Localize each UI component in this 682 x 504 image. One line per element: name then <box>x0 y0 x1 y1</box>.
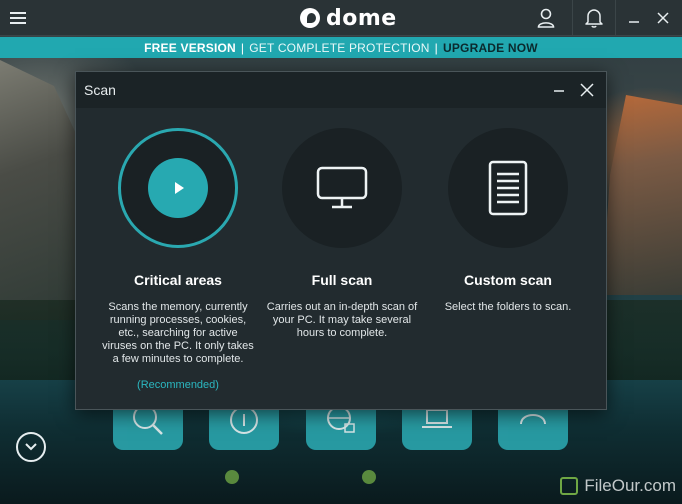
recommended-label: (Recommended) <box>137 379 219 391</box>
app-logo: dome <box>300 4 397 32</box>
watermark: FileOur.com <box>560 476 676 496</box>
custom-scan-button[interactable] <box>448 128 568 248</box>
hamburger-menu-icon[interactable] <box>10 10 26 26</box>
full-scan-option[interactable]: Full scan Carries out an in-depth scan o… <box>262 128 422 340</box>
document-icon <box>488 160 528 216</box>
account-button[interactable] <box>524 0 568 36</box>
critical-scan-button[interactable] <box>118 128 238 248</box>
watermark-text: FileOur.com <box>584 476 676 495</box>
get-protection-link[interactable]: GET COMPLETE PROTECTION <box>249 41 429 55</box>
bell-icon <box>585 9 603 28</box>
close-icon <box>580 83 594 97</box>
critical-areas-option[interactable]: Critical areas Scans the memory, current… <box>98 128 258 391</box>
status-dot <box>225 470 239 484</box>
option-title: Critical areas <box>134 272 222 288</box>
close-button[interactable] <box>648 0 678 36</box>
dialog-close-button[interactable] <box>578 81 596 99</box>
promo-banner: FREE VERSION | GET COMPLETE PROTECTION |… <box>0 37 682 58</box>
option-description: Select the folders to scan. <box>444 301 572 313</box>
upgrade-now-link[interactable]: UPGRADE NOW <box>443 41 538 55</box>
dialog-header: Scan <box>76 72 606 108</box>
watermark-logo-icon <box>560 477 579 495</box>
custom-scan-option[interactable]: Custom scan Select the folders to scan. <box>428 128 588 314</box>
top-bar: dome <box>0 0 682 36</box>
option-title: Full scan <box>311 272 373 288</box>
panda-logo-icon <box>300 8 320 28</box>
logo-text: dome <box>326 5 397 31</box>
dialog-minimize-button[interactable] <box>550 81 570 99</box>
status-dot <box>362 470 376 484</box>
notifications-button[interactable] <box>572 0 616 36</box>
minimize-button[interactable] <box>620 0 648 36</box>
minimize-icon <box>629 21 639 23</box>
free-version-label: FREE VERSION <box>144 40 236 55</box>
dialog-title: Scan <box>84 82 116 98</box>
separator: | <box>434 40 438 55</box>
minimize-icon <box>554 90 564 92</box>
mountain-right <box>602 95 682 295</box>
option-description: Carries out an in-depth scan of your PC.… <box>266 301 418 339</box>
option-title: Custom scan <box>464 272 552 288</box>
monitor-icon <box>316 166 368 209</box>
full-scan-button[interactable] <box>282 128 402 248</box>
user-icon <box>537 8 555 28</box>
scan-dialog: Scan Critical areas Scans the memory, cu… <box>75 71 607 410</box>
close-icon <box>657 12 669 24</box>
separator: | <box>240 40 245 55</box>
chevron-down-icon <box>25 443 37 451</box>
option-description: Scans the memory, currently running proc… <box>102 301 254 365</box>
play-icon <box>148 158 208 218</box>
scroll-down-button[interactable] <box>16 432 46 462</box>
